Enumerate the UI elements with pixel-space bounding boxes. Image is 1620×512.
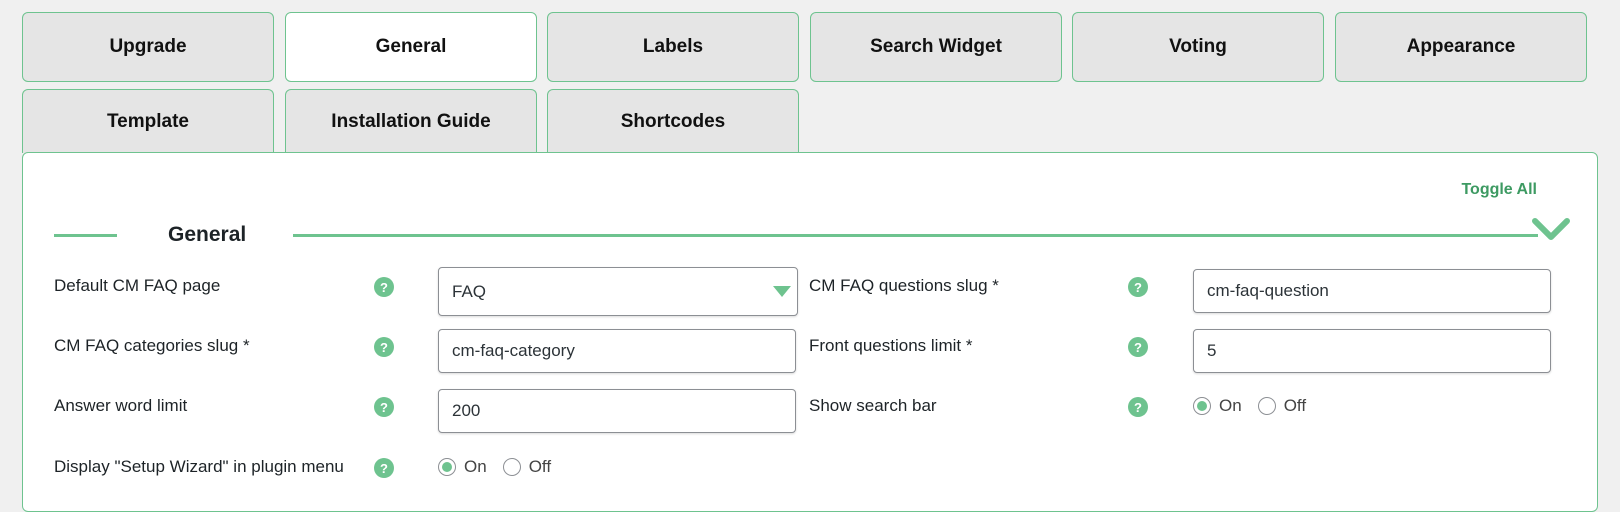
answer-limit-label: Answer word limit bbox=[54, 396, 188, 415]
setup-wizard-on-radio[interactable] bbox=[438, 458, 456, 476]
help-icon[interactable]: ? bbox=[1128, 277, 1148, 297]
search-bar-off-radio[interactable] bbox=[1257, 397, 1276, 415]
default-page-select[interactable]: FAQ bbox=[438, 267, 798, 316]
setup-wizard-off-radio[interactable] bbox=[502, 458, 521, 476]
questions-slug-label: CM FAQ questions slug * bbox=[809, 276, 999, 295]
help-icon[interactable]: ? bbox=[374, 277, 394, 297]
dropdown-arrow-icon bbox=[773, 286, 791, 297]
chevron-down-icon[interactable] bbox=[1531, 215, 1571, 245]
toggle-all-link[interactable]: Toggle All bbox=[1461, 181, 1537, 199]
tab-template[interactable]: Template bbox=[22, 89, 274, 153]
questions-slug-input[interactable] bbox=[1193, 269, 1551, 313]
help-icon[interactable]: ? bbox=[1128, 337, 1148, 357]
help-icon[interactable]: ? bbox=[1128, 397, 1148, 417]
setup-wizard-radio-group: On Off bbox=[438, 457, 567, 477]
tab-search-widget[interactable]: Search Widget bbox=[810, 12, 1062, 82]
search-bar-on-radio[interactable] bbox=[1193, 397, 1211, 415]
answer-limit-input[interactable] bbox=[438, 389, 796, 433]
tab-installation-guide[interactable]: Installation Guide bbox=[285, 89, 537, 153]
search-bar-label: Show search bar bbox=[809, 396, 937, 415]
tab-upgrade[interactable]: Upgrade bbox=[22, 12, 274, 82]
setup-wizard-off-label: Off bbox=[528, 457, 552, 476]
setup-wizard-label: Display "Setup Wizard" in plugin menu bbox=[54, 457, 344, 476]
settings-panel: Toggle All General Default CM FAQ page ?… bbox=[22, 152, 1598, 512]
default-page-label: Default CM FAQ page bbox=[54, 276, 221, 295]
search-bar-radio-group: On Off bbox=[1193, 396, 1322, 416]
tab-voting[interactable]: Voting bbox=[1072, 12, 1324, 82]
help-icon[interactable]: ? bbox=[374, 458, 394, 478]
tab-shortcodes[interactable]: Shortcodes bbox=[547, 89, 799, 153]
categories-slug-label: CM FAQ categories slug * bbox=[54, 336, 250, 355]
tab-appearance[interactable]: Appearance bbox=[1335, 12, 1587, 82]
setup-wizard-on-label: On bbox=[464, 457, 487, 476]
front-limit-input[interactable] bbox=[1193, 329, 1551, 373]
tab-labels[interactable]: Labels bbox=[547, 12, 799, 82]
section-title: General bbox=[168, 223, 247, 246]
section-divider-right bbox=[293, 234, 1538, 237]
default-page-select-value: FAQ bbox=[452, 281, 487, 301]
front-limit-label: Front questions limit * bbox=[809, 336, 973, 355]
search-bar-off-label: Off bbox=[1283, 396, 1307, 415]
help-icon[interactable]: ? bbox=[374, 397, 394, 417]
tab-general[interactable]: General bbox=[285, 12, 537, 82]
categories-slug-input[interactable] bbox=[438, 329, 796, 373]
help-icon[interactable]: ? bbox=[374, 337, 394, 357]
search-bar-on-label: On bbox=[1219, 396, 1242, 415]
section-divider-left bbox=[54, 234, 117, 237]
